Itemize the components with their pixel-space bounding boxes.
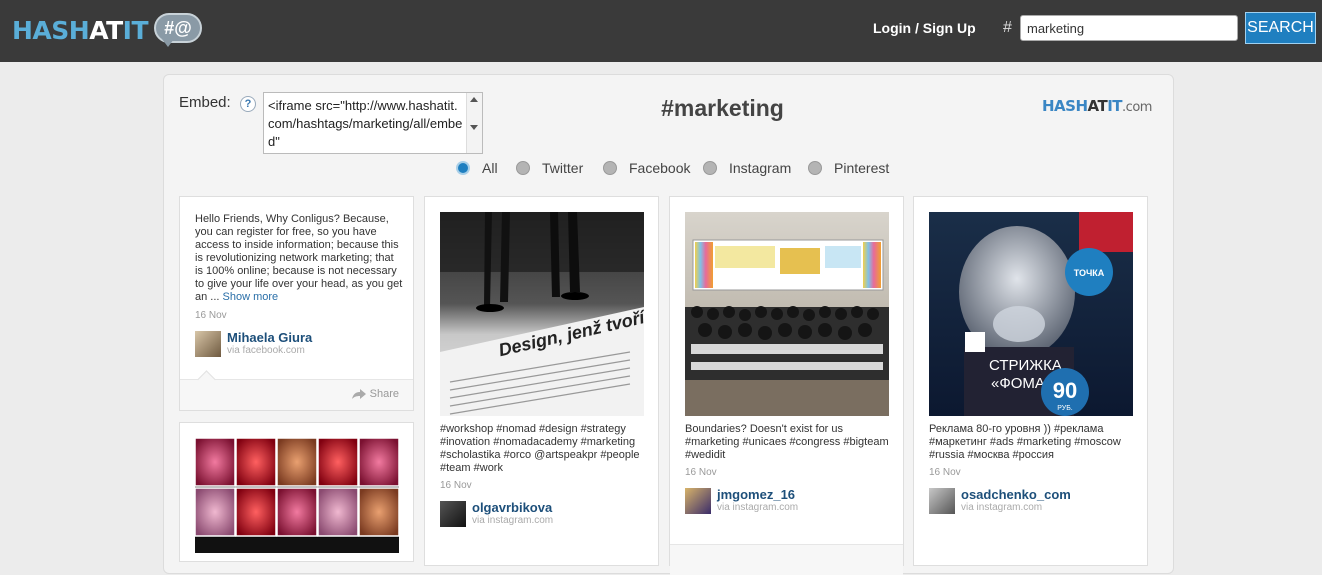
radio-icon[interactable] [516,161,530,175]
author-name[interactable]: osadchenko_com [961,488,1071,502]
speech-bubble-icon: #@ [154,13,204,47]
author-name[interactable]: Mihaela Giura [227,331,312,345]
top-bar: HASHATIT #@ Login / Sign Up # SEARCH [0,0,1322,62]
filter-pinterest[interactable]: Pinterest [808,160,889,176]
post-card[interactable]: ТОЧКА СТРИЖКА «ФОМА» 90 РУБ. Реклама 80-… [913,196,1148,566]
post-image-lips[interactable] [195,438,399,553]
post-image[interactable]: Design, jenž tvoří „ted" [440,212,644,416]
post-author[interactable]: Mihaela Giura via facebook.com [195,331,312,357]
filter-twitter[interactable]: Twitter [516,160,583,176]
post-source: via instagram.com [717,502,799,513]
radio-icon[interactable] [808,161,822,175]
avatar[interactable] [685,488,711,514]
post-image[interactable] [685,212,889,416]
post-card[interactable]: Boundaries? Doesn't exist for us #market… [669,196,904,575]
card-footer [670,544,903,575]
post-text: Boundaries? Doesn't exist for us #market… [685,423,889,461]
post-source: via instagram.com [961,502,1043,513]
post-photo: Design, jenž tvoří „ted" [440,212,644,416]
radio-icon[interactable] [603,161,617,175]
source-filter: All Twitter Facebook Instagram Pinterest [0,160,1322,176]
photo-caption-line1: СТРИЖКА [989,357,1062,374]
photo-price: 90 [1053,378,1077,403]
post-date: 16 Nov [929,467,961,478]
post-photo: ТОЧКА СТРИЖКА «ФОМА» 90 РУБ. [929,212,1133,416]
filter-all[interactable]: All [456,160,498,176]
help-icon[interactable]: ? [240,96,256,112]
card-footer: Share [180,370,413,410]
search-input[interactable] [1020,15,1238,41]
post-date: 16 Nov [440,480,472,491]
login-signup-link[interactable]: Login / Sign Up [873,20,976,36]
post-date: 16 Nov [685,467,717,478]
logo-wordmark: HASHATIT [12,15,149,45]
post-text: Hello Friends, Why Conligus? Because, yo… [195,213,403,303]
author-name[interactable]: jmgomez_16 [717,488,798,502]
filter-facebook[interactable]: Facebook [603,160,690,176]
hash-symbol: # [1003,19,1012,36]
post-date: 16 Nov [195,310,227,321]
scroll-up-icon[interactable] [470,97,478,102]
post-card[interactable]: Design, jenž tvoří „ted" #workshop #noma… [424,196,659,566]
post-image[interactable]: ТОЧКА СТРИЖКА «ФОМА» 90 РУБ. [929,212,1133,416]
hashatit-brand-logo[interactable]: HASHATIT.com [1042,97,1152,115]
embed-code[interactable]: <iframe src="http://www.hashatit.com/has… [268,97,464,153]
embed-label: Embed: [179,94,231,111]
embed-code-textarea[interactable]: <iframe src="http://www.hashatit.com/has… [263,92,483,154]
post-source: via facebook.com [227,345,305,356]
share-button[interactable]: Share [351,388,399,400]
photo-price-unit: РУБ. [1057,405,1073,412]
show-more-link[interactable]: Show more [223,291,279,303]
hashatit-logo[interactable]: HASHATIT #@ [12,11,204,49]
post-author[interactable]: olgavrbikova via instagram.com [440,501,553,527]
post-text: Реклама 80-го уровня )) #реклама #маркет… [929,423,1121,461]
post-source: via instagram.com [472,515,554,526]
photo-badge: ТОЧКА [1074,268,1105,278]
filter-instagram[interactable]: Instagram [703,160,791,176]
radio-icon[interactable] [703,161,717,175]
post-photo [685,212,889,416]
search-button[interactable]: SEARCH [1245,12,1316,44]
radio-selected-icon[interactable] [456,161,470,175]
avatar[interactable] [440,501,466,527]
post-author[interactable]: jmgomez_16 via instagram.com [685,488,798,514]
post-card[interactable]: Hello Friends, Why Conligus? Because, yo… [179,196,414,411]
page-title: #marketing [661,95,784,121]
avatar[interactable] [929,488,955,514]
post-author[interactable]: osadchenko_com via instagram.com [929,488,1071,514]
scroll-down-icon[interactable] [470,125,478,130]
avatar[interactable] [195,331,221,357]
share-icon [351,389,366,399]
post-text: #workshop #nomad #design #strategy #inov… [440,423,640,474]
embed-scrollbar[interactable] [466,93,482,153]
post-card[interactable] [179,422,414,562]
author-name[interactable]: olgavrbikova [472,501,553,515]
lips-collage-image [195,438,399,553]
